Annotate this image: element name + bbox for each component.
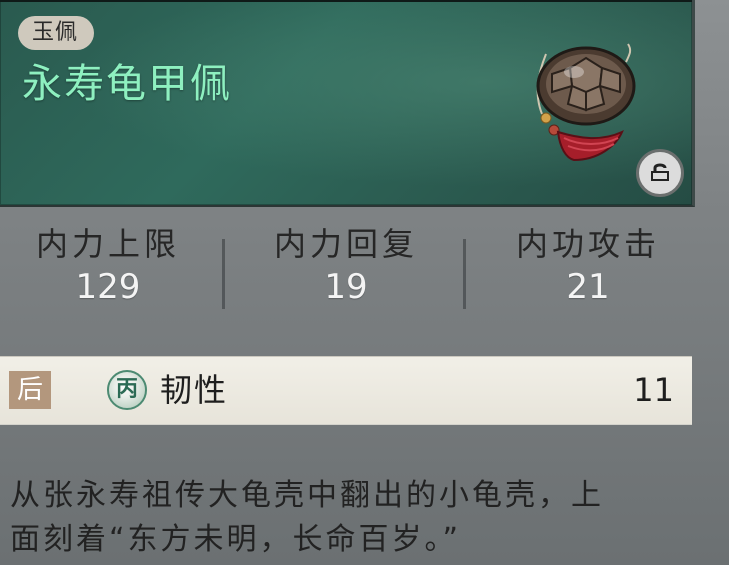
grade-badge-icon: 丙: [107, 370, 147, 410]
attribute-name: 韧性: [160, 371, 229, 409]
item-description: 从张永寿祖传大龟壳中翻出的小龟壳，上 面刻着“东方未明，长命百岁。”: [10, 474, 700, 562]
stat-label: 内功攻击: [515, 225, 660, 263]
stat-divider: [222, 239, 225, 309]
stat-label: 内力上限: [35, 225, 180, 263]
stat-value: 129: [75, 267, 141, 307]
grade-label: 丙: [115, 377, 138, 402]
item-name: 永寿龟甲佩: [22, 61, 232, 107]
turtle-shell-pendant-icon: [528, 34, 648, 174]
stat-inner-attack: 内功攻击 21: [488, 222, 688, 310]
category-badge: 玉佩: [18, 16, 95, 50]
stat-value: 21: [566, 267, 610, 307]
stats-panel: 内力上限 129 内力回复 19 内功攻击 21: [0, 222, 692, 332]
stat-inner-power-recovery: 内力回复 19: [246, 222, 446, 310]
description-line-1: 从张永寿祖传大龟壳中翻出的小龟壳，上: [10, 478, 604, 513]
description-line-2: 面刻着“东方未明，长命百岁。”: [10, 522, 462, 557]
attribute-value: 11: [633, 371, 674, 409]
stat-max-inner-power: 内力上限 129: [8, 222, 208, 310]
stat-label: 内力回复: [273, 225, 418, 263]
attribute-row: 后 丙 韧性 11: [0, 356, 692, 425]
item-tooltip: 玉佩 永寿龟甲佩 内力上限 129 内力回复 19 内功攻击 21 后 丙 韧性…: [0, 0, 729, 565]
header-top-border: [0, 0, 692, 2]
slot-tag: 后: [9, 371, 51, 409]
stat-value: 19: [324, 267, 368, 307]
lock-icon[interactable]: [636, 149, 684, 197]
stat-divider: [463, 239, 466, 309]
item-header: 玉佩 永寿龟甲佩: [0, 0, 695, 207]
